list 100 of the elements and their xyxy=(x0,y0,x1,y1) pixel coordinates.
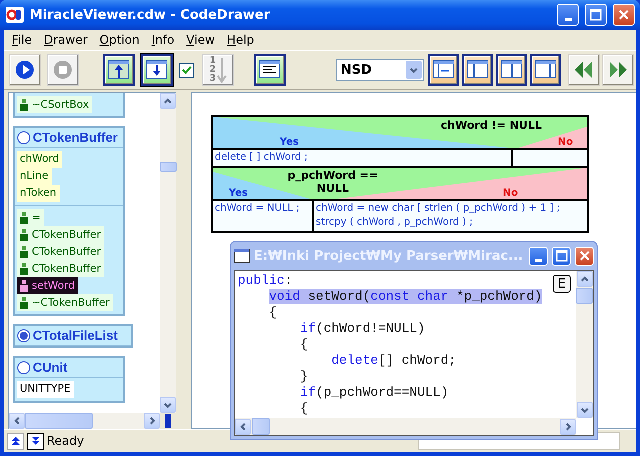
run-button[interactable] xyxy=(9,54,41,86)
menu-item[interactable]: File xyxy=(8,33,40,47)
window-layout-icon xyxy=(534,60,556,80)
no-label: No xyxy=(503,188,518,199)
status-text: Ready xyxy=(47,434,86,448)
close-button[interactable] xyxy=(613,4,635,26)
scroll-right-button[interactable] xyxy=(560,418,576,434)
person-icon xyxy=(20,296,28,308)
attribute-item[interactable]: nLine xyxy=(17,168,52,185)
attribute-item[interactable]: nToken xyxy=(17,185,60,202)
person-icon xyxy=(20,228,28,240)
forward-button[interactable] xyxy=(602,54,634,86)
condition-text: chWord != NULL xyxy=(441,119,542,132)
person-icon xyxy=(20,98,28,110)
window-icon xyxy=(234,249,250,263)
attribute-item[interactable]: UNITTYPE xyxy=(17,381,74,398)
method-item[interactable]: setWord xyxy=(17,277,78,294)
minimize-button[interactable] xyxy=(557,4,579,26)
toolbar-button[interactable] xyxy=(254,54,286,86)
scroll-left-button[interactable] xyxy=(9,413,25,429)
code-line: public: xyxy=(238,273,293,289)
close-button[interactable] xyxy=(575,246,594,266)
layout-button[interactable] xyxy=(462,54,493,86)
scroll-thumb[interactable] xyxy=(252,418,270,435)
yes-label: Yes xyxy=(280,137,300,148)
vertical-scrollbar[interactable] xyxy=(576,271,593,418)
toolbar-button[interactable] xyxy=(141,54,173,86)
maximize-button[interactable] xyxy=(585,4,607,26)
class-name[interactable]: CTokenBuffer xyxy=(33,130,118,145)
maximize-button[interactable] xyxy=(552,246,571,266)
double-left-arrow-icon xyxy=(574,61,594,79)
code-line: { xyxy=(268,305,278,321)
chevron-icon xyxy=(12,416,22,426)
menu-item[interactable]: Info xyxy=(148,33,183,47)
filled-circle-icon[interactable] xyxy=(17,328,31,342)
maximize-icon xyxy=(590,9,602,21)
window-layout-icon xyxy=(500,60,522,80)
person-icon xyxy=(20,212,28,224)
class-name[interactable]: CUnit xyxy=(33,360,68,375)
code-line: if(p_pchWord==NULL) xyxy=(299,385,449,401)
maximize-icon xyxy=(556,250,568,262)
no-label: No xyxy=(558,137,574,148)
open-circle-icon[interactable] xyxy=(17,360,31,374)
scroll-left-button[interactable] xyxy=(235,418,251,434)
method-item[interactable]: ~CTokenBuffer xyxy=(17,294,113,311)
scroll-right-button[interactable] xyxy=(144,413,160,429)
method-item[interactable]: = xyxy=(17,209,44,226)
menu-item[interactable]: View xyxy=(182,33,224,47)
scroll-down-button[interactable] xyxy=(27,432,44,450)
method-item[interactable]: ~CSortBox xyxy=(17,96,92,113)
double-down-icon xyxy=(30,436,40,446)
stop-icon xyxy=(53,60,73,80)
person-icon xyxy=(20,262,28,274)
scroll-up-button[interactable] xyxy=(576,271,592,287)
code-line: delete[] chWord; xyxy=(330,353,456,369)
minimize-button[interactable] xyxy=(529,246,548,266)
close-icon xyxy=(618,9,630,21)
app-logo-icon xyxy=(6,7,24,23)
method-item[interactable]: CTokenBuffer xyxy=(17,260,104,277)
window-title: MiracleViewer.cdw - CodeDrawer xyxy=(30,8,272,22)
scroll-thumb[interactable] xyxy=(160,162,176,172)
double-right-arrow-icon xyxy=(608,61,628,79)
code-line: } xyxy=(299,369,308,385)
statement: chWord = new char [ strlen ( p_pchWord ) + 1 ] ; xyxy=(316,202,562,216)
class-name[interactable]: CTotalFileList xyxy=(33,328,118,343)
menu-item[interactable]: Drawer xyxy=(40,33,96,47)
scroll-up-button[interactable] xyxy=(160,93,176,109)
toolbar-button[interactable] xyxy=(103,54,135,86)
condition-text: p_pchWord == NULL xyxy=(286,169,380,195)
open-circle-icon[interactable] xyxy=(17,130,31,144)
back-button[interactable] xyxy=(568,54,600,86)
method-item[interactable]: CTokenBuffer xyxy=(17,226,104,243)
horizontal-scrollbar[interactable] xyxy=(8,413,160,429)
scroll-up-button[interactable] xyxy=(7,432,24,450)
view-select[interactable]: NSD xyxy=(336,59,424,81)
scroll-thumb[interactable] xyxy=(576,288,593,304)
horizontal-scrollbar[interactable] xyxy=(235,418,576,435)
attribute-item[interactable]: chWord xyxy=(17,151,62,168)
play-icon xyxy=(15,60,35,80)
person-icon xyxy=(20,246,28,258)
code-line: void setWord(const char *p_pchWord) xyxy=(268,289,542,305)
code-line: { xyxy=(299,401,308,417)
vertical-scrollbar[interactable] xyxy=(160,92,176,413)
layout-button[interactable] xyxy=(530,54,561,86)
person-icon xyxy=(20,280,28,292)
statement: chWord = NULL ; xyxy=(215,202,301,216)
chevron-icon xyxy=(163,96,173,106)
code-line: if(chWord!=NULL) xyxy=(299,321,426,337)
code-line: { xyxy=(299,337,308,353)
layout-button[interactable] xyxy=(496,54,527,86)
scroll-thumb[interactable] xyxy=(25,413,93,429)
window-layout-icon xyxy=(432,60,454,80)
editor-button[interactable]: E xyxy=(553,275,571,293)
menu-item[interactable]: Option xyxy=(96,33,148,47)
menu-item[interactable]: Help xyxy=(223,33,262,47)
checkbox[interactable] xyxy=(179,62,194,78)
chevron-icon xyxy=(238,422,248,432)
layout-button[interactable] xyxy=(428,54,459,86)
yes-label: Yes xyxy=(229,188,248,199)
method-item[interactable]: CTokenBuffer xyxy=(17,243,104,260)
